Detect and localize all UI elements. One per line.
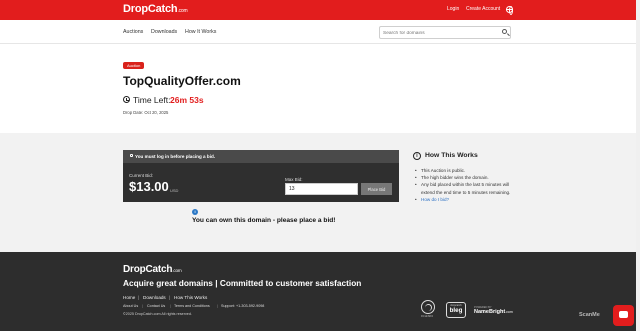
dropcatch-logo[interactable]: DropCatch.com [123, 3, 188, 15]
namebright-logo[interactable]: NameBright.com [474, 309, 513, 315]
info-circle-icon: i [413, 152, 421, 160]
place-bid-button[interactable]: Place Bid [361, 183, 392, 195]
domain-title: TopQualityOffer.com [123, 74, 241, 88]
footer-nav-separator: | [138, 295, 140, 300]
how-do-i-bid-link[interactable]: How do I bid? [415, 196, 519, 203]
login-link[interactable]: Login [447, 6, 459, 12]
globe-icon[interactable] [506, 6, 513, 15]
nav-how-it-works[interactable]: How It Works [185, 29, 216, 35]
chat-widget-icon[interactable] [613, 305, 634, 326]
footer-nav-how-this-works[interactable]: How This Works [174, 295, 207, 300]
time-left-label: Time Left: [133, 95, 171, 105]
create-account-link[interactable]: Create Account [466, 6, 500, 12]
footer-link-separator: | [170, 303, 171, 308]
footer-about-us[interactable]: About Us [123, 304, 138, 308]
search-input[interactable] [383, 29, 495, 37]
nav-auctions[interactable]: Auctions [123, 29, 143, 35]
login-notice-bar: You must log in before placing a bid. [123, 150, 399, 163]
scrollbar[interactable] [636, 0, 640, 331]
bleg-badge[interactable]: dropcatch bleg [446, 302, 466, 318]
how-this-works-title: How This Works [425, 152, 478, 159]
main-nav [0, 20, 636, 44]
how-this-works-list: This Auction is public. The high bidder … [415, 167, 519, 203]
footer-logo[interactable]: DropCatch.com [123, 264, 182, 275]
copyright: ©2025 DropCatch.com All rights reserved. [123, 312, 192, 316]
footer-link-separator: | [142, 303, 143, 308]
auction-badge: Auction [123, 62, 145, 69]
clock-icon [123, 96, 130, 103]
list-item: The high bidder wins the domain. [415, 174, 519, 181]
max-bid-label: Max Bid: [285, 177, 303, 182]
current-bid-value: $13.00 [129, 179, 169, 194]
lock-icon [130, 154, 133, 157]
login-notice-text: You must log in before placing a bid. [135, 154, 216, 159]
footer-link-separator: | [217, 303, 218, 308]
search-icon[interactable] [502, 29, 507, 34]
ownership-message: You can own this domain - please place a… [192, 217, 336, 224]
drop-date: Drop Date: Oct 20, 2025 [123, 110, 169, 115]
icann-label: ICANN [421, 314, 434, 318]
currency-label: USD [170, 188, 179, 193]
current-bid-label: Current Bid: [129, 173, 154, 178]
footer-nav-home[interactable]: Home [123, 295, 135, 300]
info-icon: i [192, 209, 198, 215]
time-left-value: 26m 53s [170, 95, 204, 105]
max-bid-input[interactable] [285, 183, 358, 195]
footer-terms[interactable]: Terms and Conditions [174, 304, 210, 308]
nav-downloads[interactable]: Downloads [151, 29, 177, 35]
footer-nav-downloads[interactable]: Downloads [143, 295, 166, 300]
footer-contact-us[interactable]: Contact Us [147, 304, 165, 308]
footer-nav-separator: | [169, 295, 171, 300]
list-item: This Auction is public. [415, 167, 519, 174]
footer-support-phone[interactable]: Support: +1-303-592-9098 [221, 304, 264, 308]
list-item: Any bid placed within the last 5 minutes… [415, 181, 519, 195]
icann-logo-icon[interactable] [421, 300, 435, 314]
footer-tagline: Acquire great domains | Committed to cus… [123, 278, 362, 288]
footer [0, 252, 636, 331]
top-bar [0, 0, 636, 20]
watermark: ScanMe [579, 312, 600, 318]
search-box [379, 26, 511, 39]
bleg-label: bleg [449, 307, 463, 314]
